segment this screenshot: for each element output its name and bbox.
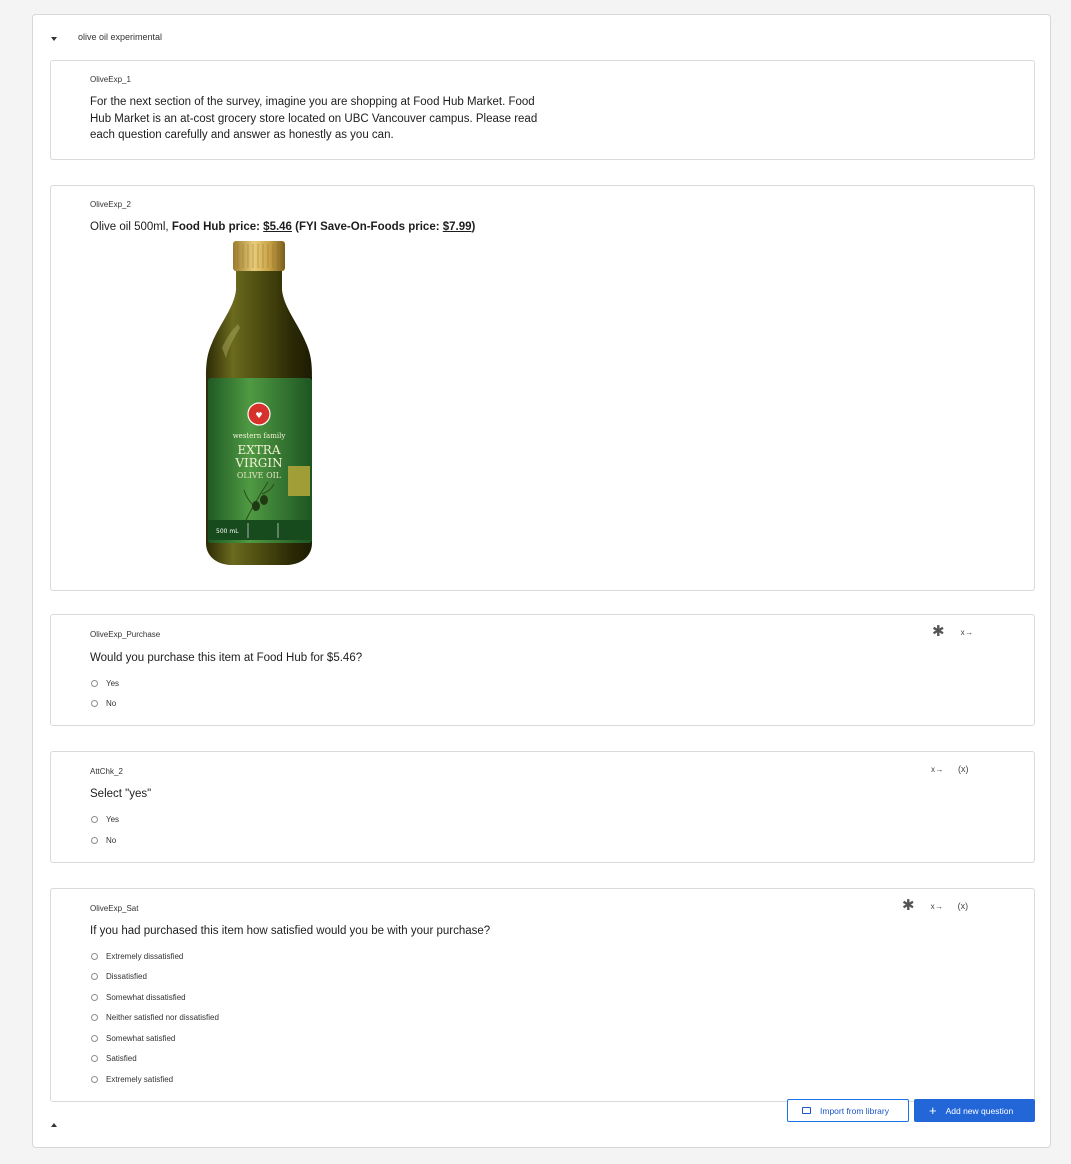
question-text: Select "yes" [90, 788, 152, 800]
choice-label: No [106, 699, 117, 708]
question-card-oliveexp-purchase[interactable]: OliveExp_Purchase ✱ x→ Would you purchas… [50, 614, 1035, 726]
collapse-block-caret-icon[interactable] [51, 1123, 57, 1127]
import-label: Import from library [820, 1105, 889, 1116]
question-text: If you had purchased this item how satis… [90, 925, 491, 937]
piped-text-icon[interactable]: (x) [958, 764, 969, 774]
question-card-oliveexp-2[interactable]: OliveExp_2 Olive oil 500ml, Food Hub pri… [50, 185, 1035, 591]
radio-button[interactable] [91, 680, 98, 687]
choice-label: Yes [106, 679, 120, 688]
label-brand: western family [233, 432, 286, 440]
question-text: Olive oil 500ml, Food Hub price: $5.46 (… [90, 219, 475, 236]
radio-button[interactable] [91, 816, 98, 823]
choice-label: Extremely dissatisfied [106, 952, 184, 961]
question-id: OliveExp_Purchase [90, 630, 161, 639]
radio-button[interactable] [91, 953, 98, 960]
question-card-attchk-2[interactable]: AttChk_2 x→ (x) Select "yes" Yes No [50, 751, 1035, 863]
label-line2: VIRGIN [234, 456, 282, 470]
text-bold-1: Food Hub price: [171, 221, 264, 233]
text-prefix: Olive oil 500ml, [90, 221, 172, 233]
choice-label: Yes [106, 815, 120, 824]
choice-label: No [106, 836, 117, 845]
library-book-icon [802, 1107, 811, 1114]
block-header[interactable]: olive oil experimental [51, 29, 162, 45]
choice-option[interactable]: Extremely satisfied [91, 1075, 173, 1084]
skip-logic-icon[interactable]: x→ [931, 902, 944, 911]
choice-label: Neither satisfied nor dissatisfied [106, 1013, 219, 1022]
question-text-line: Hub Market is an at-cost grocery store l… [90, 112, 538, 125]
question-icons: ✱ x→ (x) [902, 898, 969, 913]
asterisk-icon[interactable]: ✱ [932, 624, 945, 639]
olive-oil-bottle-image: ♥ western family EXTRA VIRGIN OLIVE OIL … [206, 241, 312, 565]
save-on-foods-price: $7.99 [442, 221, 472, 233]
choice-label: Satisfied [106, 1054, 137, 1063]
choice-option[interactable]: Neither satisfied nor dissatisfied [91, 1013, 219, 1022]
food-hub-price: $5.46 [263, 221, 292, 233]
choice-label: Extremely satisfied [106, 1075, 174, 1084]
choice-option[interactable]: Somewhat dissatisfied [91, 993, 186, 1002]
question-text-line: each question carefully and answer as ho… [90, 129, 394, 141]
question-id: OliveExp_2 [90, 200, 131, 209]
question-text-line: For the next section of the survey, imag… [90, 96, 535, 108]
radio-button[interactable] [91, 1035, 98, 1042]
choice-option[interactable]: Yes [91, 815, 119, 824]
svg-text:♥: ♥ [255, 411, 262, 420]
question-id: OliveExp_Sat [90, 904, 139, 913]
choice-label: Somewhat satisfied [106, 1034, 176, 1043]
choice-option[interactable]: Somewhat satisfied [91, 1034, 175, 1043]
block-title: olive oil experimental [78, 32, 163, 42]
piped-text-icon[interactable]: (x) [958, 901, 969, 911]
question-text: For the next section of the survey, imag… [90, 94, 537, 144]
radio-button[interactable] [91, 973, 98, 980]
label-line1: EXTRA [237, 443, 280, 457]
question-card-oliveexp-sat[interactable]: OliveExp_Sat ✱ x→ (x) If you had purchas… [50, 888, 1035, 1102]
skip-logic-icon[interactable]: x→ [931, 765, 944, 774]
question-icons: ✱ x→ [932, 624, 974, 639]
choice-option[interactable]: No [91, 836, 116, 845]
radio-button[interactable] [91, 994, 98, 1001]
question-text: Would you purchase this item at Food Hub… [90, 652, 363, 664]
radio-button[interactable] [91, 1055, 98, 1062]
choice-option[interactable]: Satisfied [91, 1054, 137, 1063]
import-from-library-button[interactable]: Import from library [787, 1099, 909, 1122]
plus-icon: + [929, 1102, 937, 1118]
asterisk-icon[interactable]: ✱ [902, 898, 915, 913]
skip-logic-icon[interactable]: x→ [961, 628, 974, 637]
radio-button[interactable] [91, 1014, 98, 1021]
radio-button[interactable] [91, 837, 98, 844]
choice-option[interactable]: Dissatisfied [91, 972, 147, 981]
text-bold-2: (FYI Save-On-Foods price: [291, 221, 443, 233]
question-id: AttChk_2 [90, 767, 123, 776]
choice-option[interactable]: Extremely dissatisfied [91, 952, 183, 961]
radio-button[interactable] [91, 1076, 98, 1083]
choice-option[interactable]: No [91, 699, 116, 708]
question-card-oliveexp-1[interactable]: OliveExp_1 For the next section of the s… [50, 60, 1035, 160]
collapse-caret-icon[interactable] [51, 36, 57, 41]
choice-label: Dissatisfied [106, 972, 147, 981]
radio-button[interactable] [91, 700, 98, 707]
choice-option[interactable]: Yes [91, 679, 119, 688]
choice-label: Somewhat dissatisfied [106, 993, 186, 1002]
label-size: 500 mL [216, 528, 239, 535]
label-line3: OLIVE OIL [237, 471, 282, 480]
add-label: Add new question [945, 1105, 1014, 1116]
text-bold-3: ) [471, 221, 476, 233]
add-new-question-button[interactable]: + Add new question [914, 1099, 1035, 1122]
question-id: OliveExp_1 [90, 75, 131, 84]
question-icons: x→ (x) [931, 764, 969, 774]
